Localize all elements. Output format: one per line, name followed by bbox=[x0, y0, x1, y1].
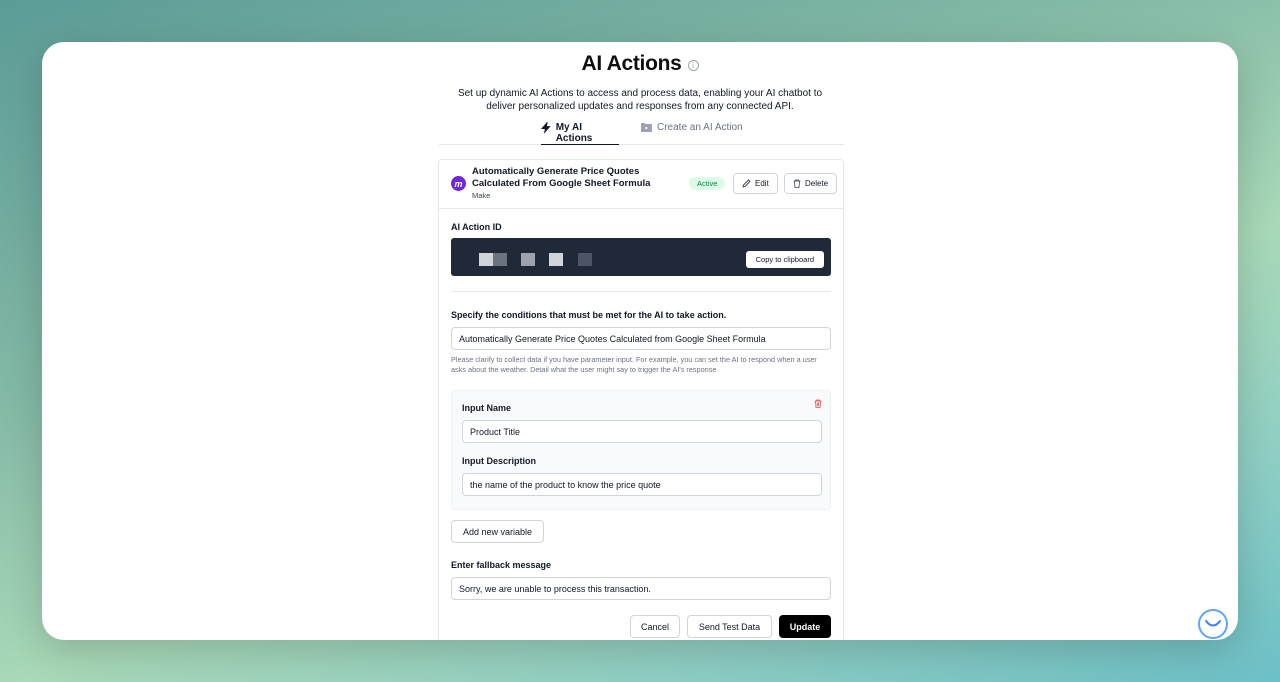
variable-box: Input Name Product Title Input Descripti… bbox=[451, 390, 831, 510]
tab-label: My AI Actions bbox=[555, 122, 593, 144]
ai-action-id-label: AI Action ID bbox=[451, 222, 502, 232]
input-name-label: Input Name bbox=[462, 403, 512, 413]
title-row: AI Actions i bbox=[42, 50, 1238, 78]
fallback-message-input[interactable]: Sorry, we are unable to process this tra… bbox=[451, 577, 831, 600]
redacted-id-block bbox=[479, 253, 493, 266]
update-button[interactable]: Update bbox=[779, 615, 831, 638]
redacted-id-block bbox=[549, 253, 563, 266]
card-header: m Automatically Generate Price Quotes Ca… bbox=[439, 160, 843, 209]
redacted-id-block bbox=[578, 253, 592, 266]
input-description-field[interactable]: the name of the product to know the pric… bbox=[462, 473, 822, 496]
tab-my-ai-actions[interactable]: My AI Actions bbox=[541, 122, 619, 145]
delete-label: Delete bbox=[805, 179, 829, 188]
send-test-data-button[interactable]: Send Test Data bbox=[687, 615, 772, 638]
page-header: AI Actions i Set up dynamic AI Actions t… bbox=[42, 50, 1238, 113]
tab-create-ai-action[interactable]: Create an AI Action bbox=[641, 122, 743, 133]
conditions-help-text: Please clarify to collect data if you ha… bbox=[451, 355, 817, 374]
app-window: AI Actions i Set up dynamic AI Actions t… bbox=[42, 42, 1238, 640]
divider bbox=[451, 291, 831, 292]
chat-widget-button[interactable] bbox=[1198, 609, 1228, 639]
edit-label: Edit bbox=[755, 179, 769, 188]
pencil-icon bbox=[742, 179, 751, 188]
ai-action-id-box: Copy to clipboard bbox=[451, 238, 831, 276]
delete-button[interactable]: Delete bbox=[784, 173, 838, 194]
chat-smile-icon bbox=[1205, 620, 1221, 627]
lightning-icon bbox=[541, 122, 551, 134]
make-logo-icon: m bbox=[451, 176, 466, 191]
status-badge: Active bbox=[689, 177, 726, 190]
cancel-button[interactable]: Cancel bbox=[630, 615, 680, 638]
ai-action-card: m Automatically Generate Price Quotes Ca… bbox=[438, 159, 844, 640]
input-description-label: Input Description bbox=[462, 456, 536, 466]
add-new-variable-button[interactable]: Add new variable bbox=[451, 520, 544, 543]
action-provider: Make bbox=[472, 191, 491, 200]
tab-label: Create an AI Action bbox=[657, 122, 743, 133]
action-name: Automatically Generate Price Quotes Calc… bbox=[472, 166, 651, 189]
redacted-id-block bbox=[521, 253, 535, 266]
info-icon[interactable]: i bbox=[687, 60, 699, 71]
conditions-input[interactable]: Automatically Generate Price Quotes Calc… bbox=[451, 327, 831, 350]
copy-to-clipboard-button[interactable]: Copy to clipboard bbox=[745, 251, 824, 268]
remove-variable-icon[interactable] bbox=[814, 399, 822, 408]
page-subtitle: Set up dynamic AI Actions to access and … bbox=[457, 88, 823, 112]
trash-icon bbox=[793, 179, 801, 188]
input-name-field[interactable]: Product Title bbox=[462, 420, 822, 443]
tab-bar: My AI Actions Create an AI Action bbox=[439, 116, 844, 145]
fallback-label: Enter fallback message bbox=[451, 560, 552, 570]
conditions-label: Specify the conditions that must be met … bbox=[451, 310, 727, 320]
redacted-id-block bbox=[493, 253, 507, 266]
edit-button[interactable]: Edit bbox=[733, 173, 778, 194]
page-title: AI Actions bbox=[581, 52, 682, 75]
folder-video-icon bbox=[641, 123, 652, 132]
